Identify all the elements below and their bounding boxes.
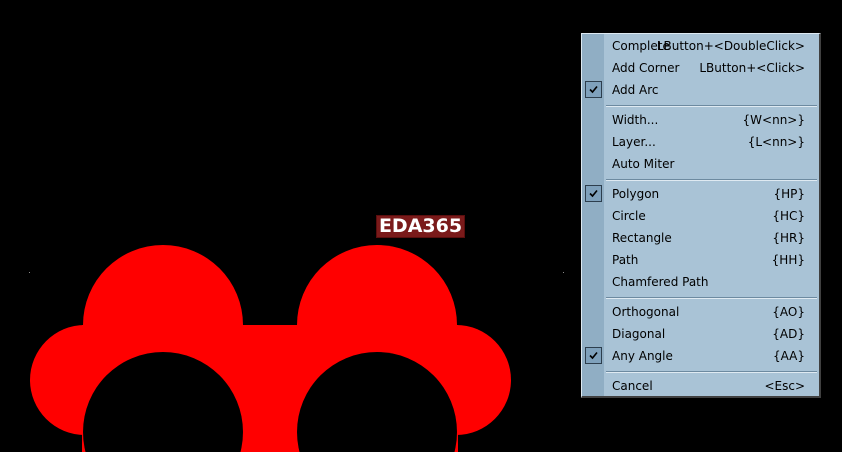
menu-item-add-corner[interactable]: Add Corner LButton+<Click>: [582, 57, 819, 79]
menu-item-shortcut: {AD}: [772, 327, 805, 341]
menu-item-orthogonal[interactable]: Orthogonal {AO}: [582, 301, 819, 323]
menu-item-rectangle[interactable]: Rectangle {HR}: [582, 227, 819, 249]
menu-item-path[interactable]: Path {HH}: [582, 249, 819, 271]
checkmark-icon: [585, 185, 602, 202]
menu-item-shortcut: LButton+<DoubleClick>: [656, 39, 805, 53]
menu-item-auto-miter[interactable]: Auto Miter: [582, 153, 819, 175]
menu-separator: [606, 297, 817, 299]
menu-separator: [606, 179, 817, 181]
checkmark-icon: [585, 81, 602, 98]
menu-item-label: Orthogonal: [612, 305, 680, 319]
menu-item-label: Auto Miter: [612, 157, 675, 171]
menu-item-polygon[interactable]: Polygon {HP}: [582, 183, 819, 205]
grid-dot: [29, 272, 30, 273]
menu-item-label: Rectangle: [612, 231, 672, 245]
menu-item-shortcut: LButton+<Click>: [699, 61, 805, 75]
menu-item-label: Diagonal: [612, 327, 666, 341]
menu-item-shortcut: {AA}: [772, 349, 805, 363]
menu-item-complete[interactable]: Complete LButton+<DoubleClick>: [582, 35, 819, 57]
menu-item-shortcut: {HH}: [771, 253, 805, 267]
watermark-label: EDA365: [376, 215, 465, 238]
checkmark-icon: [585, 347, 602, 364]
menu-item-shortcut: {W<nn>}: [742, 113, 805, 127]
menu-item-label: Circle: [612, 209, 646, 223]
pcb-canvas[interactable]: EDA365 Complete LButton+<DoubleClick> Ad…: [0, 0, 842, 452]
menu-item-circle[interactable]: Circle {HC}: [582, 205, 819, 227]
grid-dot: [563, 272, 564, 273]
menu-separator: [606, 371, 817, 373]
menu-item-add-arc[interactable]: Add Arc: [582, 79, 819, 101]
menu-item-layer[interactable]: Layer... {L<nn>}: [582, 131, 819, 153]
menu-item-shortcut: {AO}: [772, 305, 805, 319]
menu-item-cancel[interactable]: Cancel <Esc>: [582, 375, 819, 397]
menu-item-any-angle[interactable]: Any Angle {AA}: [582, 345, 819, 367]
menu-item-label: Cancel: [612, 379, 653, 393]
menu-item-label: Path: [612, 253, 639, 267]
menu-item-label: Add Corner: [612, 61, 680, 75]
menu-item-shortcut: {HP}: [773, 187, 805, 201]
shape-body: [82, 325, 458, 452]
menu-item-label: Width...: [612, 113, 659, 127]
menu-item-width[interactable]: Width... {W<nn>}: [582, 109, 819, 131]
menu-item-diagonal[interactable]: Diagonal {AD}: [582, 323, 819, 345]
menu-item-shortcut: {L<nn>}: [747, 135, 805, 149]
menu-item-shortcut: {HC}: [772, 209, 805, 223]
menu-item-label: Add Arc: [612, 83, 659, 97]
polygon-shape[interactable]: [30, 245, 511, 452]
menu-item-label: Chamfered Path: [612, 275, 709, 289]
menu-item-shortcut: <Esc>: [764, 379, 805, 393]
menu-item-label: Layer...: [612, 135, 656, 149]
menu-item-chamfered-path[interactable]: Chamfered Path: [582, 271, 819, 293]
menu-separator: [606, 105, 817, 107]
menu-item-label: Any Angle: [612, 349, 673, 363]
menu-item-shortcut: {HR}: [772, 231, 805, 245]
context-menu: Complete LButton+<DoubleClick> Add Corne…: [581, 33, 821, 398]
menu-item-label: Polygon: [612, 187, 660, 201]
